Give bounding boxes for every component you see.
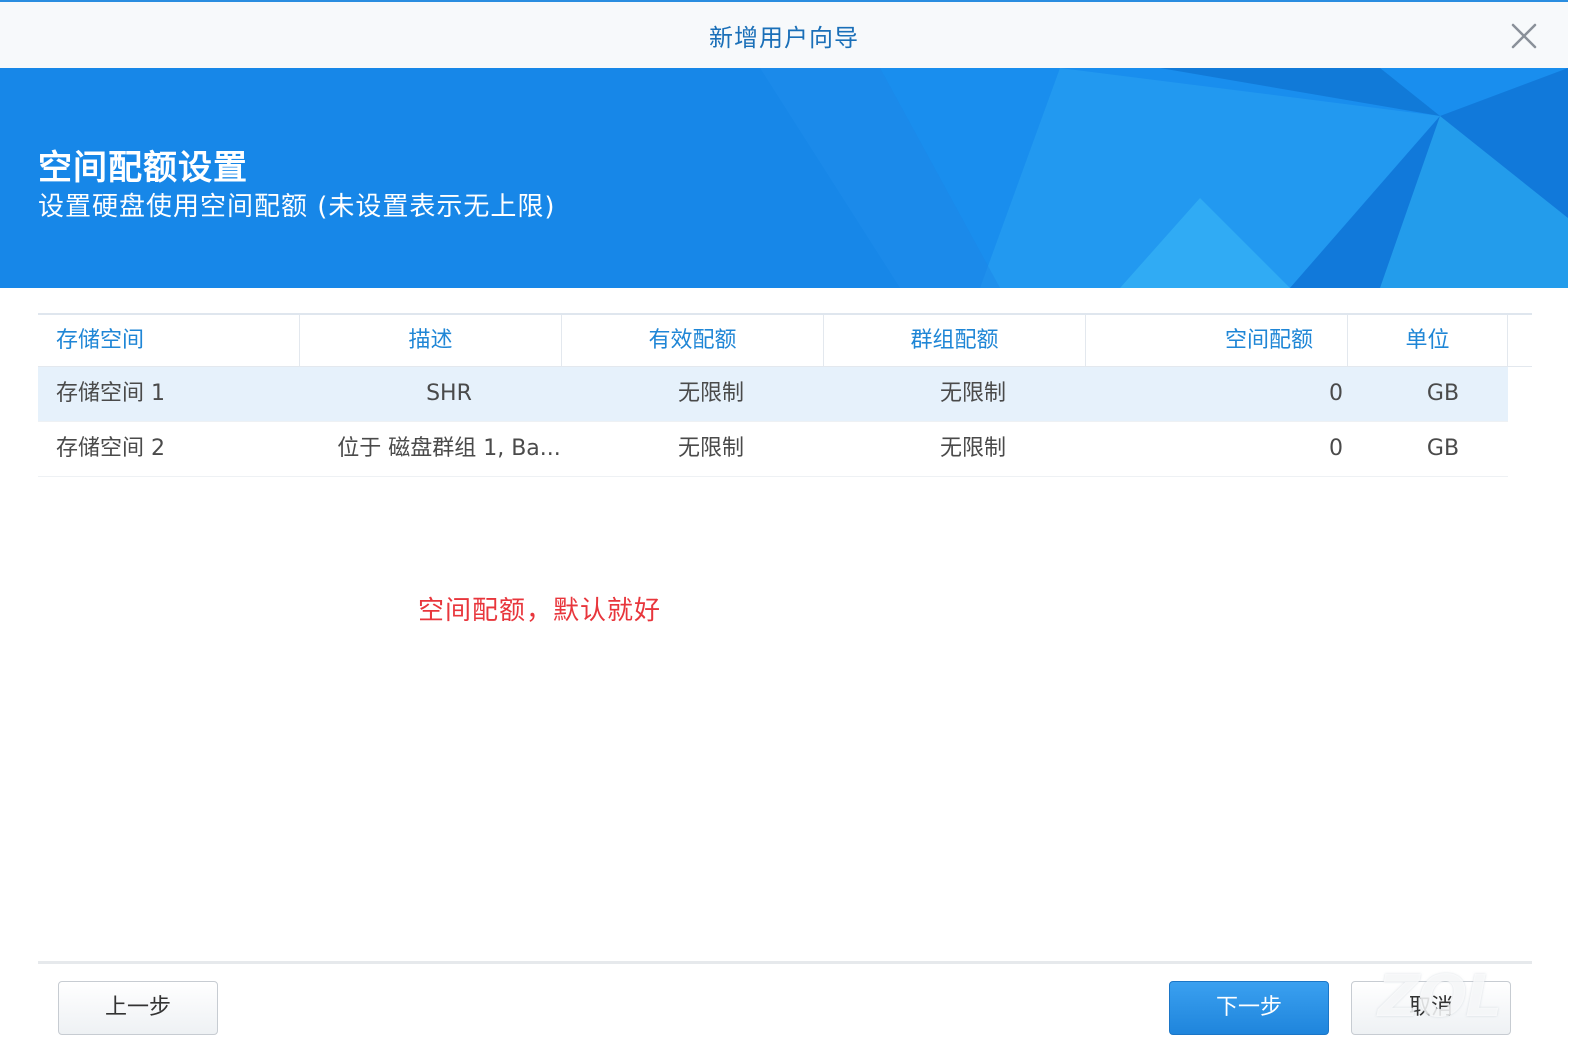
annotation-note: 空间配额，默认就好 <box>418 596 662 626</box>
footer-divider <box>38 961 1532 964</box>
cell-volume: 存储空间 1 <box>56 381 165 406</box>
column-header-volume[interactable]: 存储空间 <box>38 315 300 367</box>
banner-heading: 空间配额设置 <box>38 148 248 188</box>
cell-description: SHR <box>426 381 472 406</box>
prev-button[interactable]: 上一步 <box>58 981 218 1035</box>
header-banner: 空间配额设置 设置硬盘使用空间配额 (未设置表示无上限) <box>0 68 1568 288</box>
close-button[interactable] <box>1506 18 1542 54</box>
window-title: 新增用户向导 <box>709 24 859 52</box>
column-header-unit[interactable]: 单位 <box>1348 315 1508 367</box>
close-icon <box>1511 23 1537 49</box>
table-row[interactable]: 存储空间 1 SHR 无限制 无限制 0 GB <box>38 367 1508 422</box>
table-header: 存储空间 描述 有效配额 群组配额 空间配额 单位 <box>38 313 1532 367</box>
cell-unit[interactable]: GB <box>1348 422 1508 476</box>
cell-unit[interactable]: GB <box>1348 367 1508 421</box>
cell-effective-quota: 无限制 <box>677 436 744 461</box>
column-header-effective-quota[interactable]: 有效配额 <box>562 315 824 367</box>
cell-space-quota[interactable]: 0 <box>1086 422 1343 476</box>
column-header-description[interactable]: 描述 <box>300 315 562 367</box>
cell-group-quota: 无限制 <box>939 381 1006 406</box>
quota-table: 存储空间 描述 有效配额 群组配额 空间配额 单位 存储空间 1 SHR 无限制… <box>38 313 1532 477</box>
cell-space-quota[interactable]: 0 <box>1086 367 1343 421</box>
banner-subheading: 设置硬盘使用空间配额 (未设置表示无上限) <box>38 192 556 222</box>
title-bar: 新增用户向导 <box>0 2 1568 68</box>
table-row[interactable]: 存储空间 2 位于 磁盘群组 1, Ba... 无限制 无限制 0 GB <box>38 422 1508 477</box>
column-header-space-quota[interactable]: 空间配额 <box>1086 315 1348 367</box>
cell-volume: 存储空间 2 <box>56 436 165 461</box>
next-button[interactable]: 下一步 <box>1169 981 1329 1035</box>
cell-group-quota: 无限制 <box>939 436 1006 461</box>
cancel-button[interactable]: 取消 <box>1351 981 1511 1035</box>
wizard-window: 新增用户向导 空间配额设置 设置硬盘使用空间配额 (未设置表示无上限) 存储空间… <box>0 0 1568 1064</box>
column-header-group-quota[interactable]: 群组配额 <box>824 315 1086 367</box>
cell-description: 位于 磁盘群组 1, Ba... <box>337 436 561 461</box>
cell-effective-quota: 无限制 <box>677 381 744 406</box>
